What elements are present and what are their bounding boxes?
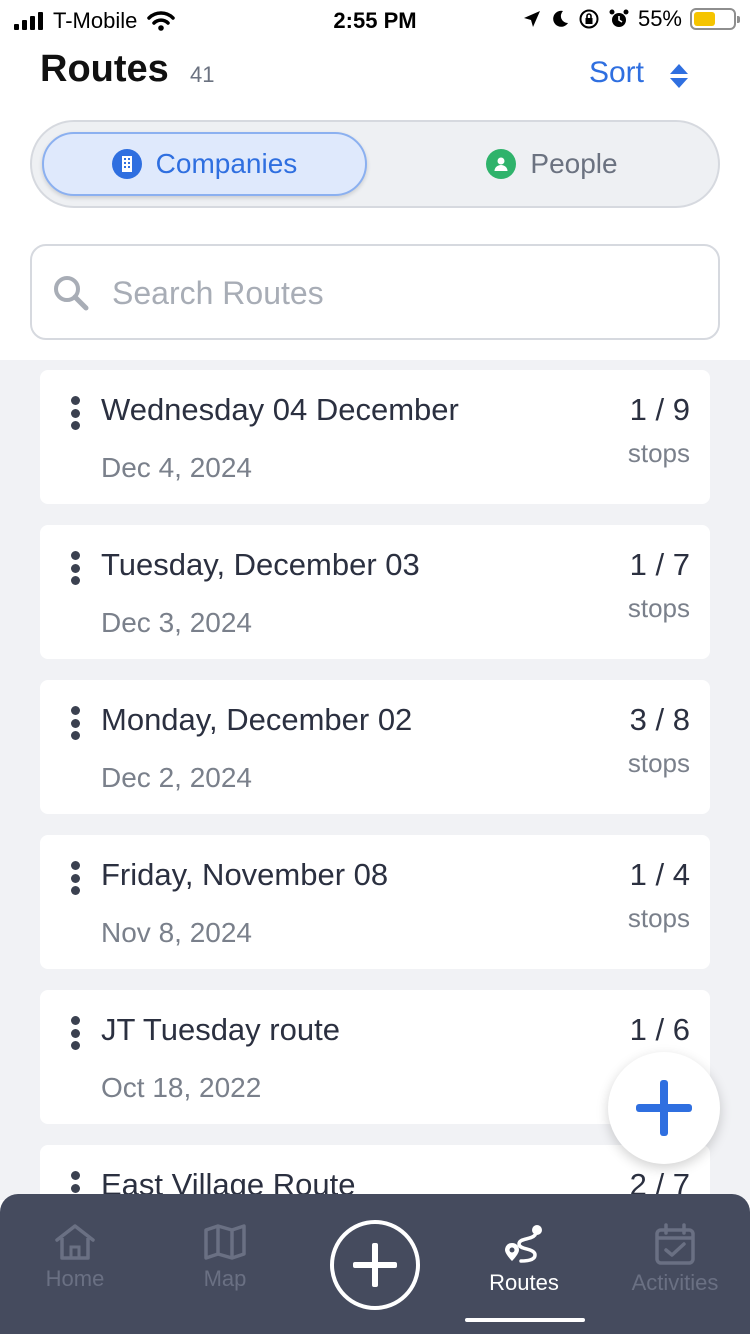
more-options-icon[interactable] (68, 396, 82, 430)
more-options-icon[interactable] (68, 551, 82, 585)
route-stops-label: stops (627, 748, 690, 778)
tab-home[interactable]: Home (0, 1222, 150, 1292)
tab-map-label: Map (203, 1266, 247, 1291)
map-icon (204, 1224, 246, 1260)
route-name: JT Tuesday route (101, 1012, 340, 1047)
calendar-check-icon (655, 1223, 695, 1265)
route-card[interactable]: Friday, November 08 Nov 8, 2024 1 / 4 st… (40, 835, 710, 969)
route-stops: 3 / 8 (629, 702, 690, 737)
search-icon (54, 276, 89, 311)
route-name: Friday, November 08 (101, 857, 389, 892)
add-route-button[interactable] (608, 1052, 720, 1164)
route-stops-label: stops (627, 593, 690, 623)
tab-activities-label: Activities (631, 1270, 719, 1295)
battery-percent: 55% (637, 6, 682, 31)
bottom-tab-bar: Home Map Routes Activities (0, 1194, 750, 1334)
person-icon (486, 149, 517, 179)
route-stops: 1 / 4 (629, 857, 690, 892)
search-box (30, 244, 720, 340)
route-card[interactable]: Wednesday 04 December Dec 4, 2024 1 / 9 … (40, 370, 710, 504)
plus-icon (636, 1080, 692, 1136)
active-tab-indicator (465, 1318, 585, 1322)
orientation-lock-icon (579, 9, 599, 29)
tab-companies[interactable]: Companies (42, 132, 367, 196)
building-icon (111, 149, 142, 179)
segmented-control: Companies People (30, 120, 720, 208)
tab-routes-label: Routes (489, 1270, 559, 1295)
route-card[interactable]: Monday, December 02 Dec 2, 2024 3 / 8 st… (40, 680, 710, 814)
search-input[interactable] (112, 266, 672, 320)
plus-icon (353, 1243, 397, 1287)
route-stops: 1 / 7 (629, 547, 690, 582)
battery-icon (690, 8, 740, 30)
tab-routes[interactable]: Routes (449, 1222, 599, 1296)
tab-companies-label: Companies (155, 148, 298, 179)
route-name: Tuesday, December 03 (101, 547, 420, 582)
route-stops-label: stops (627, 438, 690, 468)
status-bar: T-Mobile 2:55 PM 55% (0, 0, 750, 40)
route-card[interactable]: East Village Route 2 / 7 (40, 1145, 710, 1200)
route-date: Oct 18, 2022 (101, 1072, 262, 1103)
tab-activities[interactable]: Activities (600, 1222, 750, 1296)
sort-icon[interactable] (668, 62, 690, 90)
tab-people[interactable]: People (402, 132, 702, 196)
sort-button[interactable]: Sort (589, 56, 644, 90)
location-arrow-icon (523, 11, 540, 27)
route-name: Monday, December 02 (101, 702, 413, 737)
alarm-icon (609, 9, 629, 27)
route-stops-label: stops (627, 903, 690, 933)
route-icon (505, 1225, 542, 1263)
sort-label: Sort (588, 56, 644, 89)
route-stops: 1 / 6 (629, 1012, 690, 1047)
routes-count: 41 (190, 62, 215, 87)
status-right: 55% (522, 6, 740, 32)
moon-icon (553, 10, 568, 27)
header: Routes 41 Sort (0, 44, 750, 104)
route-card[interactable]: Tuesday, December 03 Dec 3, 2024 1 / 7 s… (40, 525, 710, 659)
more-options-icon[interactable] (68, 706, 82, 740)
route-stops: 1 / 9 (629, 392, 690, 427)
route-name: Wednesday 04 December (101, 392, 459, 427)
route-date: Nov 8, 2024 (101, 917, 252, 948)
more-options-icon[interactable] (68, 861, 82, 895)
page-title: Routes (40, 48, 169, 90)
tab-people-label: People (530, 148, 618, 179)
tab-home-label: Home (45, 1266, 105, 1291)
route-date: Dec 4, 2024 (101, 452, 252, 483)
route-date: Dec 3, 2024 (101, 607, 252, 638)
add-button[interactable] (330, 1220, 420, 1310)
more-options-icon[interactable] (68, 1016, 82, 1050)
route-date: Dec 2, 2024 (101, 762, 252, 793)
home-icon (55, 1224, 95, 1260)
tab-map[interactable]: Map (150, 1222, 300, 1292)
